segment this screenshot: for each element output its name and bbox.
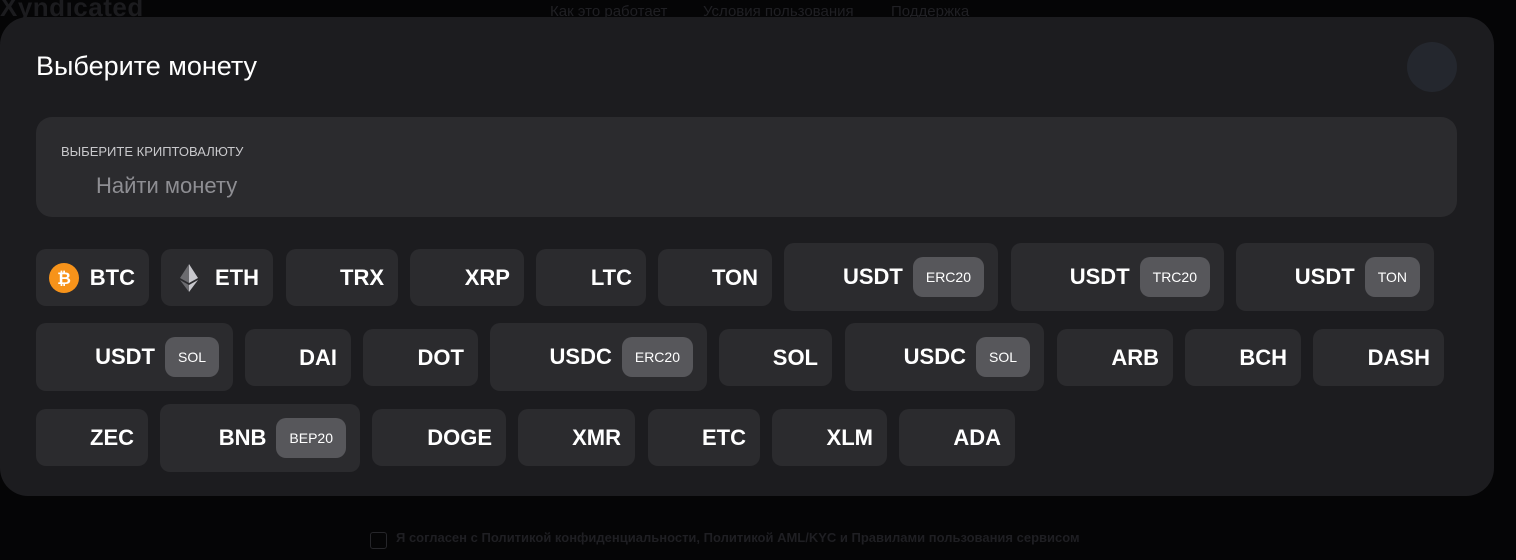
coin-symbol: DOGE [427, 424, 492, 450]
coin-chip-usdc-sol[interactable]: USDC SOL [845, 323, 1044, 391]
coin-symbol: USDT [842, 264, 903, 289]
search-label: ВЫБЕРИТЕ КРИПТОВАЛЮТУ [61, 144, 244, 159]
coin-symbol: USDC [903, 344, 966, 369]
coin-symbol: XRP [464, 264, 510, 290]
network-badge: TON [1364, 257, 1420, 297]
coin-chip-etc[interactable]: ETC [648, 409, 760, 466]
coin-chip-ada[interactable]: ADA [899, 409, 1015, 466]
coin-symbol: USDT [95, 344, 155, 369]
ethereum-icon [180, 263, 198, 292]
coin-symbol: USDT [1069, 264, 1130, 289]
coin-select-modal: Выберите монету ВЫБЕРИТЕ КРИПТОВАЛЮТУ ₿ … [0, 17, 1494, 496]
coin-chip-zec[interactable]: ZEC [36, 409, 148, 466]
network-badge: SOL [975, 337, 1030, 377]
close-button[interactable] [1407, 42, 1457, 92]
coin-chip-bch[interactable]: BCH [1185, 329, 1301, 386]
coin-symbol: ADA [953, 424, 1001, 450]
coin-chip-xmr[interactable]: XMR [518, 409, 635, 466]
coin-symbol: DOT [417, 344, 464, 370]
coin-symbol: ZEC [90, 424, 134, 450]
coin-chip-sol[interactable]: SOL [719, 329, 832, 386]
coin-chip-trx[interactable]: TRX [286, 249, 398, 306]
coin-chip-usdt-trc20[interactable]: USDT TRC20 [1011, 243, 1224, 311]
consent-checkbox[interactable] [370, 532, 387, 549]
modal-title: Выберите монету [36, 51, 258, 81]
coin-chip-dai[interactable]: DAI [245, 329, 351, 386]
coin-chip-usdt-sol[interactable]: USDT SOL [36, 323, 233, 391]
coin-symbol: XLM [826, 424, 873, 450]
coin-symbol: XMR [572, 424, 621, 450]
svg-text:₿: ₿ [57, 269, 71, 289]
coin-chip-usdt-erc20[interactable]: USDT ERC20 [784, 243, 998, 311]
bitcoin-icon: ₿ [49, 262, 79, 293]
coin-symbol: BTC [89, 264, 135, 290]
coin-symbol: ETC [702, 424, 746, 450]
coin-chip-dash[interactable]: DASH [1313, 329, 1444, 386]
coin-chip-ton[interactable]: TON [658, 249, 772, 306]
coin-chip-dot[interactable]: DOT [363, 329, 478, 386]
network-badge: BEP20 [276, 418, 346, 458]
coin-symbol: USDT [1294, 264, 1355, 289]
coin-symbol: USDC [549, 344, 612, 369]
coin-chip-ltc[interactable]: LTC [536, 249, 646, 306]
coin-symbol: DAI [299, 344, 337, 370]
coin-chip-usdt-ton[interactable]: USDT TON [1236, 243, 1434, 311]
coin-chip-usdc-erc20[interactable]: USDC ERC20 [490, 323, 707, 391]
network-badge: ERC20 [912, 257, 984, 297]
network-badge: SOL [164, 337, 219, 377]
search-box: ВЫБЕРИТЕ КРИПТОВАЛЮТУ [36, 117, 1457, 217]
coin-chip-doge[interactable]: DOGE [372, 409, 506, 466]
coin-chip-bnb-bep20[interactable]: BNB BEP20 [160, 404, 360, 472]
network-badge: ERC20 [621, 337, 693, 377]
network-badge: TRC20 [1139, 257, 1210, 297]
coin-chip-xrp[interactable]: XRP [410, 249, 524, 306]
coin-symbol: TON [711, 264, 758, 290]
coin-symbol: ETH [215, 264, 259, 290]
coin-chip-arb[interactable]: ARB [1057, 329, 1173, 386]
coin-chip-eth[interactable]: ETH [161, 249, 273, 306]
coin-symbol: DASH [1367, 344, 1430, 370]
coin-symbol: LTC [590, 264, 632, 290]
coin-symbol: BNB [218, 425, 267, 450]
coin-symbol: BCH [1239, 344, 1287, 370]
search-input[interactable] [96, 171, 696, 201]
coin-symbol: ARB [1111, 344, 1159, 370]
coin-chip-btc[interactable]: ₿ BTC [36, 249, 149, 306]
consent-text: Я согласен с Политикой конфиденциальност… [396, 530, 1080, 545]
coin-symbol: SOL [772, 344, 818, 370]
coin-symbol: TRX [340, 264, 384, 290]
coin-chip-xlm[interactable]: XLM [772, 409, 887, 466]
